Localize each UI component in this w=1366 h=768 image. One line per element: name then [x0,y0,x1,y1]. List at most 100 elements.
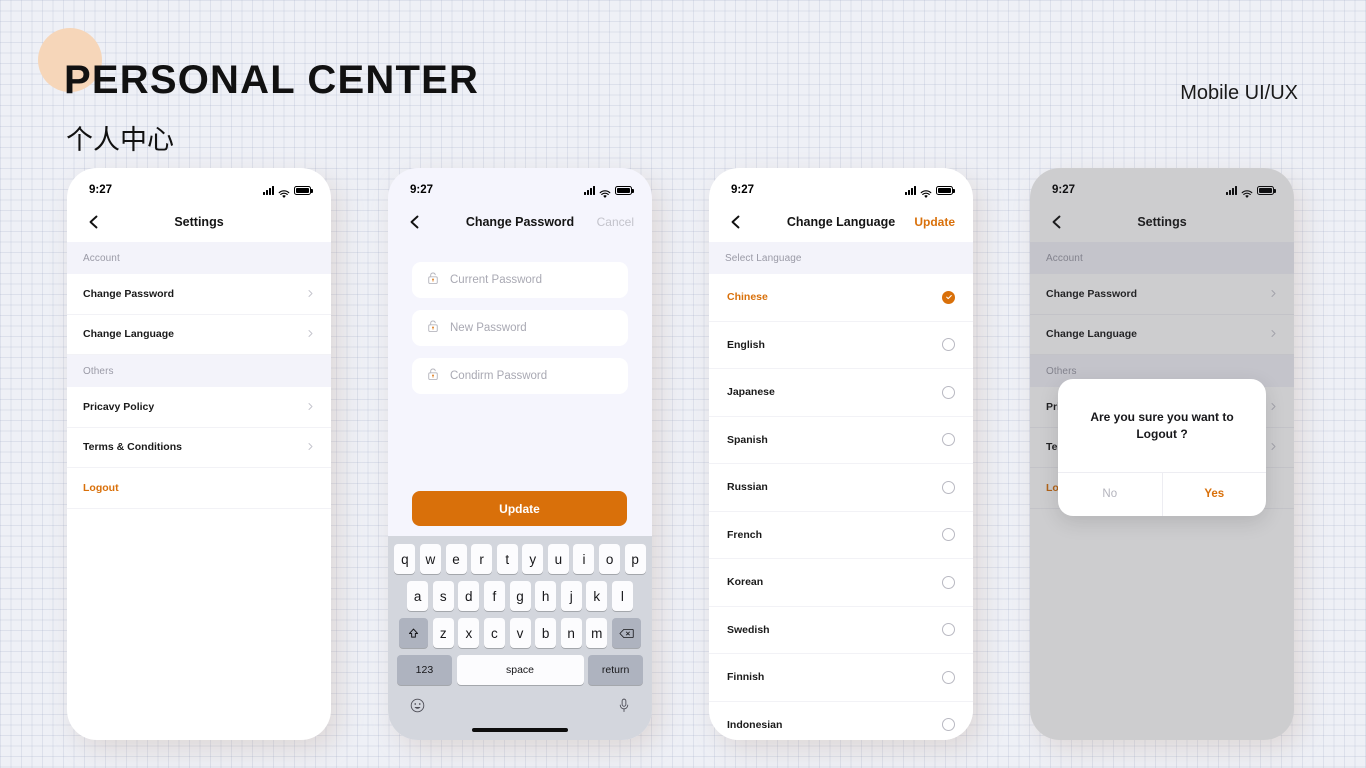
nav-bar: Settings [67,202,331,242]
status-bar: 9:27 [67,168,331,202]
key-v[interactable]: v [509,618,531,648]
key-u[interactable]: u [547,544,569,574]
settings-row-label: Change Language [83,328,175,341]
update-password-button[interactable]: Update [412,491,627,526]
radio-unselected[interactable] [942,575,955,589]
language-row-finnish[interactable]: Finnish [709,654,973,702]
chevron-right-icon [306,438,315,456]
shift-key-icon[interactable] [399,618,429,648]
key-k[interactable]: k [586,581,608,611]
language-row-japanese[interactable]: Japanese [709,369,973,417]
page-subtitle: 个人中心 [66,125,174,155]
back-icon[interactable] [406,213,424,231]
key-x[interactable]: x [458,618,480,648]
key-i[interactable]: i [573,544,595,574]
lock-open-icon [426,271,440,290]
numeric-key[interactable]: 123 [396,655,452,685]
language-label: Finnish [727,671,765,684]
key-j[interactable]: j [560,581,582,611]
radio-unselected[interactable] [942,528,955,542]
settings-row-privacy-policy[interactable]: Pricavy Policy [67,387,331,428]
language-label: French [727,528,763,541]
phone-mockup-logout-dialog: 9:27 Settings Account Change Password Ch… [1030,168,1294,740]
radio-selected[interactable] [942,290,955,304]
signal-bars-icon [905,185,916,195]
current-password-field[interactable]: Current Password [412,262,628,298]
language-label: Spanish [727,433,768,446]
key-e[interactable]: e [445,544,467,574]
emoji-icon[interactable] [410,698,425,718]
return-key[interactable]: return [588,655,644,685]
dialog-yes-button[interactable]: Yes [1163,473,1267,516]
key-p[interactable]: p [624,544,646,574]
key-f[interactable]: f [483,581,505,611]
key-s[interactable]: s [432,581,454,611]
key-w[interactable]: w [419,544,441,574]
language-row-russian[interactable]: Russian [709,464,973,512]
language-row-indonesian[interactable]: Indonesian [709,701,973,740]
keyboard-row-3: z x c v b n m [388,618,652,648]
settings-row-label: Terms & Conditions [83,441,182,454]
chevron-right-icon [306,398,315,416]
space-key[interactable]: space [456,655,584,685]
key-h[interactable]: h [535,581,557,611]
settings-row-change-language[interactable]: Change Language [67,314,331,355]
key-z[interactable]: z [432,618,454,648]
key-y[interactable]: y [522,544,544,574]
radio-unselected[interactable] [942,718,955,732]
on-screen-keyboard: q w e r t y u i o p a s d f g h j k l z [388,536,652,740]
status-bar-time: 9:27 [410,184,434,196]
microphone-icon[interactable] [618,698,630,718]
current-password-placeholder: Current Password [450,274,543,286]
status-bar: 9:27 [388,168,652,202]
keyboard-row-1: q w e r t y u i o p [388,544,652,574]
status-bar-time: 9:27 [89,184,113,196]
chevron-right-icon [306,325,315,343]
settings-row-label: Change Password [83,287,175,300]
language-row-swedish[interactable]: Swedish [709,606,973,654]
key-b[interactable]: b [535,618,557,648]
key-a[interactable]: a [407,581,429,611]
key-m[interactable]: m [586,618,608,648]
wifi-icon [278,186,290,198]
language-row-korean[interactable]: Korean [709,559,973,607]
update-language-button[interactable]: Update [914,215,955,229]
new-password-field[interactable]: New Password [412,310,628,346]
back-icon[interactable] [727,213,745,231]
keyboard-row-2: a s d f g h j k l [388,581,652,611]
key-r[interactable]: r [471,544,493,574]
key-q[interactable]: q [394,544,416,574]
key-n[interactable]: n [560,618,582,648]
language-row-english[interactable]: English [709,321,973,369]
radio-unselected[interactable] [942,433,955,447]
dialog-no-button[interactable]: No [1058,472,1163,516]
nav-bar: Change Language Update [709,202,973,242]
key-g[interactable]: g [509,581,531,611]
settings-row-change-password[interactable]: Change Password [67,274,331,315]
status-bar-time: 9:27 [731,184,755,196]
language-row-spanish[interactable]: Spanish [709,416,973,464]
settings-row-logout[interactable]: Logout [67,468,331,509]
key-d[interactable]: d [458,581,480,611]
language-row-chinese[interactable]: Chinese [709,274,973,322]
language-row-french[interactable]: French [709,511,973,559]
back-icon[interactable] [85,213,103,231]
page-title: PERSONAL CENTER [64,58,480,102]
radio-unselected[interactable] [942,670,955,684]
key-l[interactable]: l [611,581,633,611]
home-indicator [472,728,568,732]
battery-full-icon [294,185,313,195]
settings-row-terms-conditions[interactable]: Terms & Conditions [67,427,331,468]
backspace-icon[interactable] [611,618,641,648]
cancel-button[interactable]: Cancel [597,215,634,229]
lock-open-icon [426,367,440,386]
radio-unselected[interactable] [942,385,955,399]
confirm-password-field[interactable]: Condirm Password [412,358,628,394]
key-t[interactable]: t [496,544,518,574]
battery-full-icon [615,185,634,195]
key-c[interactable]: c [483,618,505,648]
radio-unselected[interactable] [942,623,955,637]
key-o[interactable]: o [599,544,621,574]
radio-unselected[interactable] [942,338,955,352]
radio-unselected[interactable] [942,480,955,494]
